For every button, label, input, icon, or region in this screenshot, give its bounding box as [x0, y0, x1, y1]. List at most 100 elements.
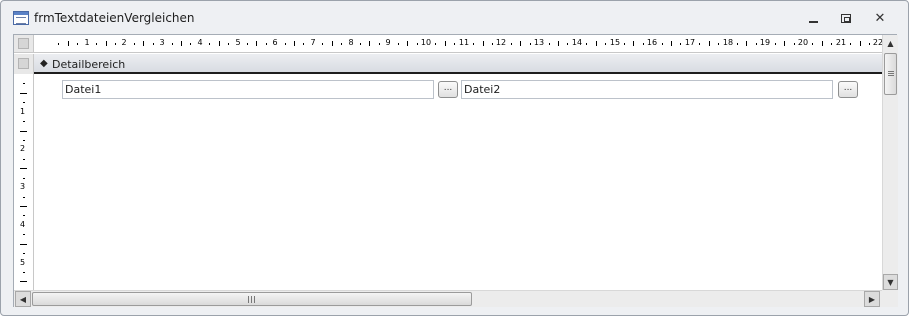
ruler-tick: [407, 41, 408, 46]
ruler-tick: [23, 140, 25, 141]
restore-button[interactable]: [834, 9, 858, 27]
ruler-number: 2: [20, 144, 26, 153]
ruler-number: 22: [872, 38, 882, 47]
ruler-tick: [20, 131, 27, 132]
textbox-datei1[interactable]: Datei1: [62, 80, 434, 99]
ruler-tick: [247, 43, 248, 45]
ruler-tick: [294, 41, 295, 46]
ruler-tick: [23, 178, 25, 179]
ruler-number: 11: [458, 38, 470, 47]
section-header-detail[interactable]: ◆ Detailbereich: [34, 54, 882, 74]
ruler-tick: [228, 43, 229, 45]
ruler-tick: [341, 43, 342, 45]
ruler-number: 2: [121, 38, 127, 47]
scroll-up-button[interactable]: ▲: [883, 35, 898, 51]
browse-button-datei2[interactable]: ...: [838, 81, 858, 98]
ruler-number: 6: [272, 38, 278, 47]
ruler-tick: [153, 43, 154, 45]
ruler-tick: [322, 43, 323, 45]
ruler-tick: [219, 41, 220, 46]
ruler-number: 10: [420, 38, 432, 47]
ruler-tick: [360, 43, 361, 45]
ruler-number: 13: [533, 38, 545, 47]
ruler-number: 8: [348, 38, 354, 47]
ruler-tick: [756, 43, 757, 45]
ruler-tick: [398, 43, 399, 45]
ruler-tick: [671, 41, 672, 46]
ruler-tick: [643, 43, 644, 45]
ruler-tick: [586, 43, 587, 45]
section-selector-box: [18, 58, 29, 69]
ruler-tick: [23, 197, 25, 198]
title-bar[interactable]: frmTextdateienVergleichen ✕: [1, 1, 908, 34]
ruler-tick: [266, 43, 267, 45]
scroll-right-button[interactable]: ▶: [864, 291, 880, 307]
ruler-tick: [190, 43, 191, 45]
minimize-button[interactable]: [801, 9, 825, 27]
ruler-tick: [23, 272, 25, 273]
ruler-tick: [567, 43, 568, 45]
ruler-tick: [812, 43, 813, 45]
form-design-area: 12345678910111213141516171819202122 ◆ De…: [13, 34, 898, 307]
ruler-tick: [737, 43, 738, 45]
ruler-tick: [172, 43, 173, 45]
ruler-number: 3: [20, 182, 26, 191]
ruler-tick: [332, 41, 333, 46]
ruler-number: 21: [835, 38, 847, 47]
ruler-tick: [633, 41, 634, 46]
vertical-scroll-thumb[interactable]: [884, 53, 897, 95]
browse-button-datei1[interactable]: ...: [438, 81, 458, 98]
vertical-scrollbar[interactable]: ▲ ▼: [882, 35, 898, 290]
restore-icon: [841, 13, 851, 23]
ruler-number: 19: [759, 38, 771, 47]
minimize-icon: [808, 21, 818, 23]
ruler-tick: [662, 43, 663, 45]
vertical-ruler[interactable]: 1 2 3 4 5: [14, 74, 34, 290]
ruler-tick: [23, 215, 25, 216]
ruler-tick: [530, 43, 531, 45]
ruler-number: 7: [310, 38, 316, 47]
ruler-number: 4: [20, 220, 26, 229]
scroll-left-button[interactable]: ◀: [15, 291, 31, 307]
grip-icon: [248, 296, 255, 303]
ruler-tick: [709, 41, 710, 46]
horizontal-ruler[interactable]: 12345678910111213141516171819202122: [34, 35, 882, 53]
scroll-down-button[interactable]: ▼: [883, 274, 898, 290]
form-selector[interactable]: [14, 35, 34, 53]
ruler-number: 20: [797, 38, 809, 47]
ruler-tick: [20, 281, 27, 282]
ruler-tick: [209, 43, 210, 45]
detail-section-canvas[interactable]: Datei1 ... Datei2 ...: [34, 76, 882, 290]
ruler-tick: [483, 41, 484, 46]
ruler-tick: [520, 41, 521, 46]
ruler-tick: [58, 43, 59, 45]
horizontal-scrollbar[interactable]: ◀ ▶: [14, 290, 882, 307]
section-selector[interactable]: [14, 54, 34, 74]
close-button[interactable]: ✕: [868, 9, 892, 27]
arrow-down-icon: ▼: [887, 277, 894, 287]
ruler-tick: [285, 43, 286, 45]
ruler-tick: [417, 43, 418, 45]
ruler-tick: [680, 43, 681, 45]
ruler-tick: [473, 43, 474, 45]
ruler-tick: [115, 43, 116, 45]
ruler-tick: [435, 43, 436, 45]
collapse-section-icon[interactable]: ◆: [40, 59, 48, 69]
grip-icon: [888, 71, 894, 76]
ruler-tick: [96, 43, 97, 45]
ruler-tick: [20, 244, 27, 245]
ruler-tick: [492, 43, 493, 45]
ruler-tick: [68, 41, 69, 46]
ruler-tick: [23, 121, 25, 122]
ruler-number: 9: [385, 38, 391, 47]
ruler-tick: [23, 234, 25, 235]
ruler-tick: [869, 43, 870, 45]
ruler-tick: [106, 41, 107, 46]
textbox-datei2[interactable]: Datei2: [461, 80, 833, 99]
ruler-tick: [445, 41, 446, 46]
ruler-number: 15: [609, 38, 621, 47]
ruler-tick: [20, 206, 27, 207]
horizontal-scroll-thumb[interactable]: [32, 292, 472, 306]
ruler-number: 3: [159, 38, 165, 47]
ruler-number: 5: [235, 38, 241, 47]
